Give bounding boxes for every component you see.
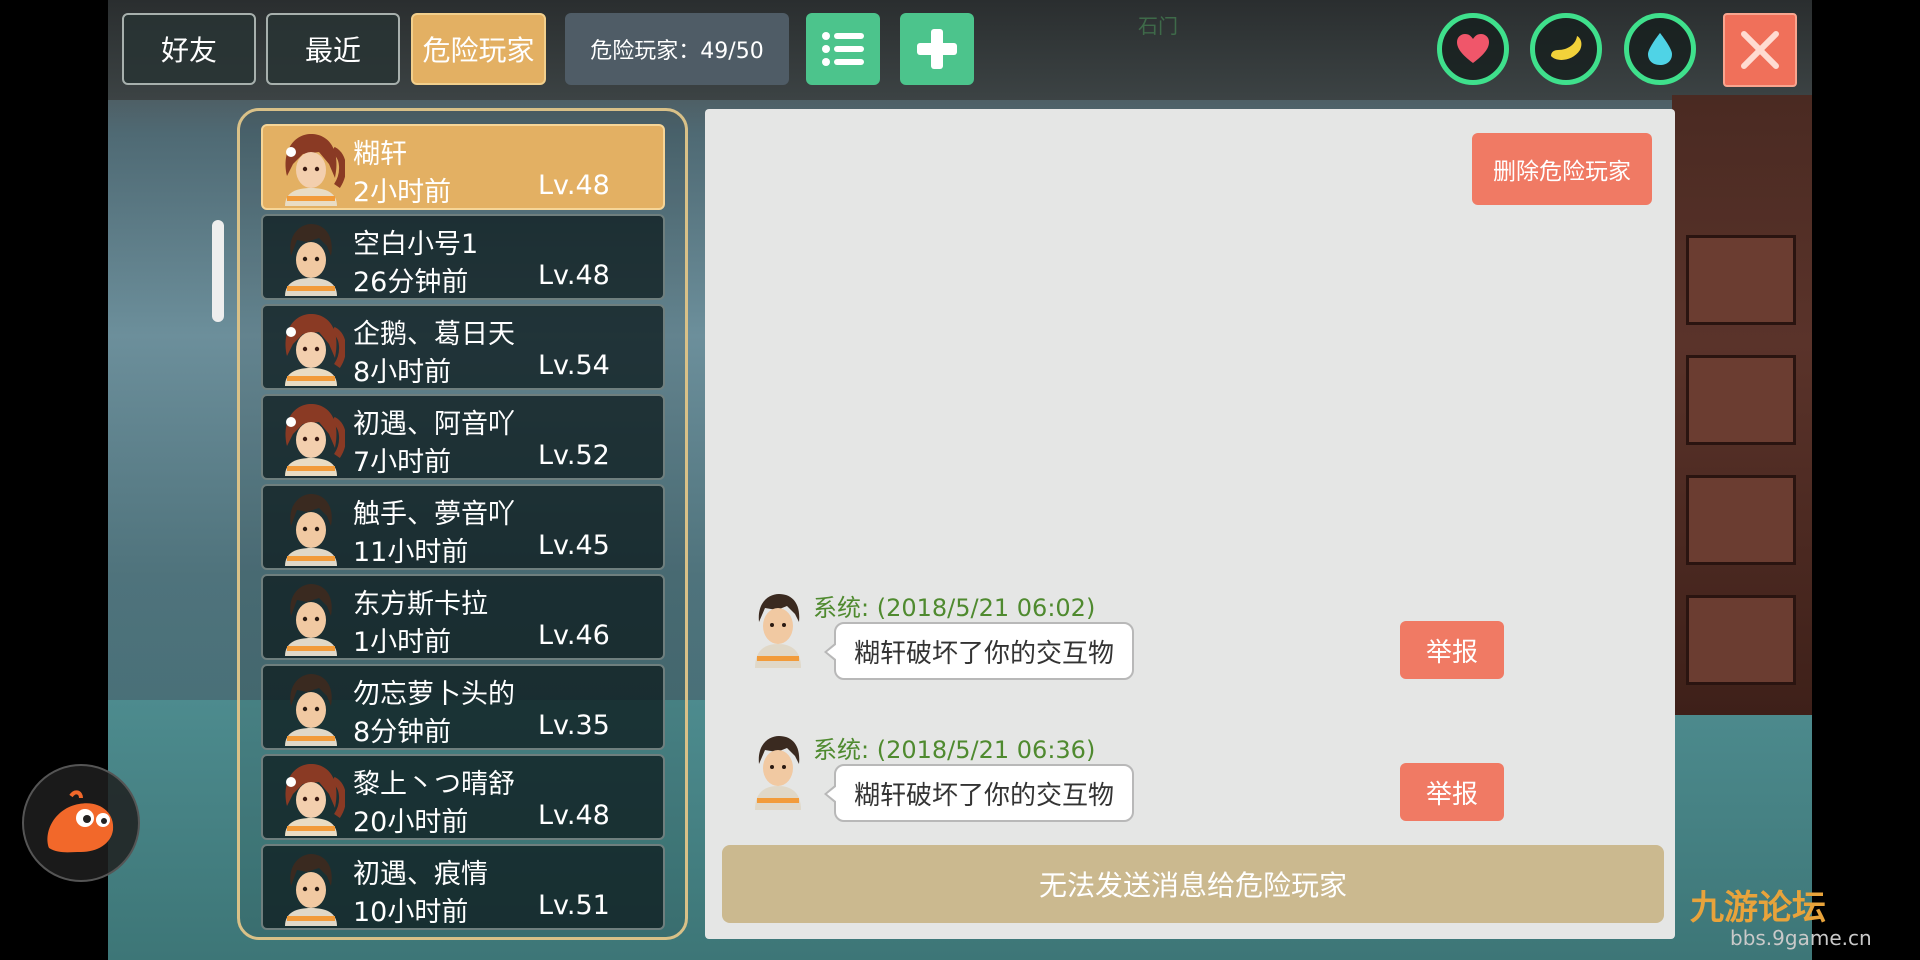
scene-door-label: 石门: [1138, 14, 1178, 38]
list-icon: [822, 32, 864, 66]
message-sender: 系统: (2018/5/21 06:02): [813, 588, 1095, 623]
player-name: 初遇、阿音吖: [353, 409, 515, 440]
cabinet-drawer: [1686, 475, 1796, 565]
message-timestamp: (2018/5/21 06:36): [876, 736, 1096, 764]
floating-assistant-button[interactable]: [22, 764, 140, 882]
plus-icon: [917, 29, 957, 69]
player-avatar: [285, 764, 345, 836]
list-scrollbar[interactable]: [212, 220, 224, 322]
player-list-item[interactable]: 触手、夢音吖 11小时前 Lv.45: [261, 484, 665, 570]
player-last-seen: 1小时前: [353, 627, 452, 658]
close-button[interactable]: [1723, 13, 1797, 87]
report-button[interactable]: 举报: [1400, 763, 1504, 821]
tab-friends[interactable]: 好友: [122, 13, 256, 85]
player-list-item[interactable]: 空白小号1 26分钟前 Lv.48: [261, 214, 665, 300]
message-sender-name: 系统:: [813, 594, 870, 622]
player-list-item[interactable]: 糊轩 2小时前 Lv.48: [261, 124, 665, 210]
player-avatar: [285, 674, 337, 746]
player-last-seen: 8分钟前: [353, 717, 452, 748]
message-sender-name: 系统:: [813, 736, 870, 764]
player-last-seen: 26分钟前: [353, 267, 469, 298]
player-avatar: [285, 224, 337, 296]
danger-player-count: 危险玩家：49/50: [565, 13, 789, 85]
tab-danger-label: 危险玩家: [422, 34, 535, 67]
player-name: 初遇、痕情: [353, 859, 488, 890]
player-avatar: [285, 134, 345, 206]
food-icon: [1551, 36, 1582, 60]
player-level: Lv.35: [538, 710, 610, 741]
player-level: Lv.48: [538, 800, 610, 831]
player-last-seen: 10小时前: [353, 897, 469, 928]
player-last-seen: 8小时前: [353, 357, 452, 388]
danger-count-text: 危险玩家：49/50: [590, 39, 764, 64]
notice-text: 无法发送消息给危险玩家: [1038, 869, 1347, 902]
message-bubble: 糊轩破坏了你的交互物: [823, 622, 1135, 680]
player-avatar: [285, 404, 345, 476]
delete-button-label: 删除危险玩家: [1493, 159, 1631, 185]
mascot-icon: [47, 790, 114, 853]
player-list-item[interactable]: 初遇、阿音吖 7小时前 Lv.52: [261, 394, 665, 480]
report-button-label: 举报: [1425, 779, 1478, 810]
delete-danger-player-button[interactable]: 删除危险玩家: [1472, 133, 1652, 205]
player-level: Lv.45: [538, 530, 610, 561]
player-list-item[interactable]: 初遇、痕情 10小时前 Lv.51: [261, 844, 665, 930]
player-name: 东方斯卡拉: [353, 589, 488, 620]
player-avatar: [285, 854, 337, 926]
player-level: Lv.48: [538, 260, 610, 291]
player-level: Lv.46: [538, 620, 610, 651]
cabinet-drawer: [1686, 595, 1796, 685]
message-timestamp: (2018/5/21 06:02): [876, 594, 1096, 622]
player-list-item[interactable]: 勿忘萝卜头的 8分钟前 Lv.35: [261, 664, 665, 750]
tab-danger-players[interactable]: 危险玩家: [411, 13, 546, 85]
hunger-ring: [1530, 13, 1602, 85]
cannot-send-notice: 无法发送消息给危险玩家: [722, 845, 1664, 923]
report-button[interactable]: 举报: [1400, 621, 1504, 679]
player-name: 勿忘萝卜头的: [353, 679, 515, 710]
list-button[interactable]: [806, 13, 880, 85]
close-icon: [1741, 31, 1779, 69]
player-level: Lv.52: [538, 440, 610, 471]
system-avatar: [747, 592, 809, 668]
site-watermark-url: bbs.9game.cn: [1730, 926, 1872, 950]
player-last-seen: 20小时前: [353, 807, 469, 838]
cabinet-drawer: [1686, 355, 1796, 445]
site-watermark: 九游论坛: [1690, 888, 1826, 928]
add-friend-button[interactable]: [900, 13, 974, 85]
thirst-ring: [1624, 13, 1696, 85]
message-text: 糊轩破坏了你的交互物: [854, 638, 1115, 669]
player-level: Lv.48: [538, 170, 610, 201]
heart-icon: [1457, 34, 1489, 63]
system-avatar: [747, 734, 809, 810]
player-level: Lv.51: [538, 890, 610, 921]
player-name: 糊轩: [353, 139, 407, 170]
scene-cabinet: [1672, 95, 1812, 715]
message-sender: 系统: (2018/5/21 06:36): [813, 730, 1095, 765]
player-last-seen: 2小时前: [353, 177, 452, 208]
player-last-seen: 7小时前: [353, 447, 452, 478]
health-ring: [1437, 13, 1509, 85]
player-level: Lv.54: [538, 350, 610, 381]
message-bubble: 糊轩破坏了你的交互物: [823, 764, 1135, 822]
player-name: 企鹅、葛日天: [353, 319, 515, 350]
player-avatar: [285, 314, 345, 386]
tab-friends-label: 好友: [160, 34, 217, 67]
water-drop-icon: [1648, 33, 1672, 65]
player-name: 触手、夢音吖: [353, 499, 515, 530]
player-avatar: [285, 584, 337, 656]
letterbox-right: [1812, 0, 1920, 960]
player-list-item[interactable]: 黎上丶つ晴舒 20小时前 Lv.48: [261, 754, 665, 840]
tab-recent-label: 最近: [304, 34, 361, 67]
cabinet-drawer: [1686, 235, 1796, 325]
message-text: 糊轩破坏了你的交互物: [854, 780, 1115, 811]
player-name: 黎上丶つ晴舒: [353, 769, 515, 800]
player-name: 空白小号1: [353, 229, 479, 260]
player-list-item[interactable]: 企鹅、葛日天 8小时前 Lv.54: [261, 304, 665, 390]
player-last-seen: 11小时前: [353, 537, 469, 568]
tab-recent[interactable]: 最近: [266, 13, 400, 85]
player-avatar: [285, 494, 337, 566]
report-button-label: 举报: [1425, 637, 1478, 668]
player-list-item[interactable]: 东方斯卡拉 1小时前 Lv.46: [261, 574, 665, 660]
